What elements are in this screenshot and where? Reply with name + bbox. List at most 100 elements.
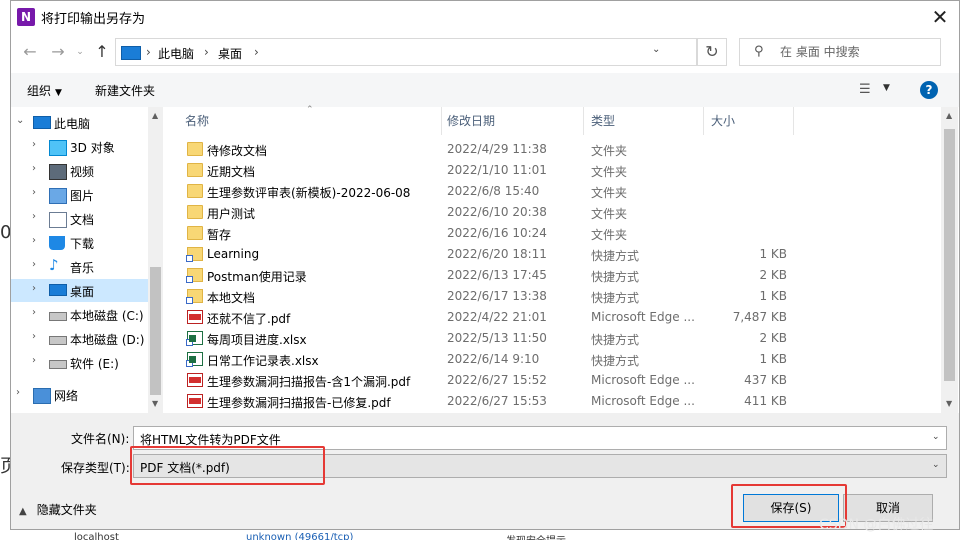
folder-icon [187,205,203,219]
file-row[interactable]: 本地文档 2022/6/17 13:38 快捷方式 1 KB [163,286,933,307]
tree-item[interactable]: ⌄ 此电脑 [11,111,148,134]
scroll-up-icon[interactable]: ▲ [946,111,952,120]
navigation-scrollbar[interactable]: ▲ ▼ [148,107,163,413]
tree-item[interactable]: › 软件 (E:) [11,351,148,374]
file-row[interactable]: 待修改文档 2022/4/29 11:38 文件夹 [163,139,933,160]
column-header-size[interactable]: 大小 [711,112,735,129]
file-name: 还就不信了.pdf [207,312,291,326]
tree-item-label: 下载 [70,237,95,251]
tree-item[interactable]: › 本地磁盘 (C:) [11,303,148,326]
scrollbar-thumb[interactable] [944,129,955,381]
scroll-up-icon[interactable]: ▲ [152,111,158,120]
organize-label: 组织 [27,84,52,98]
tree-item[interactable]: › 网络 [11,383,148,406]
file-date: 2022/6/17 13:38 [447,289,547,303]
close-icon[interactable]: ✕ [923,3,957,31]
column-divider[interactable] [703,107,704,135]
file-row[interactable]: 暂存 2022/6/16 10:24 文件夹 [163,223,933,244]
column-header-name[interactable]: 名称 [185,112,209,129]
file-date: 2022/6/16 10:24 [447,226,547,240]
breadcrumb-item-desktop[interactable]: 桌面 [218,45,242,62]
file-row[interactable]: 生理参数漏洞扫描报告-已修复.pdf 2022/6/27 15:53 Microso… [163,391,933,412]
address-dropdown-icon[interactable]: ⌄ [652,44,660,55]
scrollbar-thumb[interactable] [150,267,161,395]
breadcrumb-chevron-icon[interactable]: › [146,45,151,59]
file-name: 近期文档 [207,165,256,179]
file-type: Microsoft Edge ... [591,394,695,408]
tree-item[interactable]: › 本地磁盘 (D:) [11,327,148,350]
help-icon[interactable]: ? [920,81,938,99]
file-row[interactable]: 日常工作记录表.xlsx 2022/6/14 9:10 快捷方式 1 KB [163,349,933,370]
file-name: Postman使用记录 [207,270,307,284]
tree-item[interactable]: › 下载 [11,231,148,254]
collapse-chevron-icon[interactable]: › [32,235,36,246]
expand-chevron-icon[interactable]: ⌄ [16,115,24,126]
collapse-chevron-icon[interactable]: › [32,283,36,294]
hide-folders-toggle[interactable]: ▲ 隐藏文件夹 [19,501,97,518]
highlight-box-filetype [130,446,325,485]
background-table-row: localhost unknown (49661/tcp) 发现安全提示 [0,530,960,540]
collapse-chevron-icon[interactable]: › [32,163,36,174]
new-folder-button[interactable]: 新建文件夹 [95,82,155,99]
file-name: 用户测试 [207,207,256,221]
breadcrumb-chevron-icon[interactable]: › [204,45,209,59]
file-row[interactable]: Postman使用记录 2022/6/13 17:45 快捷方式 2 KB [163,265,933,286]
hide-folders-label: 隐藏文件夹 [36,503,97,517]
file-name: 本地文档 [207,291,256,305]
tree-item-label: 此电脑 [54,117,91,131]
collapse-chevron-icon[interactable]: › [32,259,36,270]
file-row[interactable]: 生理参数评审表(新模板)-2022-06-08 2022/6/8 15:40 文件夹 [163,181,933,202]
tree-item-label: 音乐 [70,261,95,275]
file-name: Learning [207,247,260,261]
breadcrumb-chevron-icon[interactable]: › [254,45,259,59]
forward-arrow-icon[interactable]: → [47,41,69,63]
file-list-scrollbar[interactable]: ▲ ▼ [941,107,958,413]
search-box[interactable]: ⚲ [739,38,941,66]
scroll-down-icon[interactable]: ▼ [946,399,952,408]
collapse-chevron-icon[interactable]: › [32,211,36,222]
up-arrow-icon[interactable]: ↑ [91,41,113,63]
chevron-down-icon[interactable]: ⌄ [932,460,940,470]
filename-label: 文件名(N): [71,432,130,446]
file-row[interactable]: 生理参数漏洞扫描报告-含1个漏洞.pdf 2022/6/27 15:52 Micro… [163,370,933,391]
scroll-down-icon[interactable]: ▼ [152,399,158,408]
chevron-down-icon[interactable]: ⌄ [932,432,940,442]
file-size: 1 KB [759,289,787,303]
file-row[interactable]: 近期文档 2022/1/10 11:01 文件夹 [163,160,933,181]
collapse-chevron-icon[interactable]: › [32,355,36,366]
column-divider[interactable] [583,107,584,135]
back-arrow-icon[interactable]: ← [19,41,41,63]
search-input[interactable] [780,43,930,61]
address-bar[interactable]: › 此电脑 › 桌面 › ⌄ [115,38,697,66]
refresh-icon[interactable]: ↻ [697,38,727,66]
tree-item[interactable]: › ♪ 音乐 [11,255,148,278]
breadcrumb-item-this-pc[interactable]: 此电脑 [158,45,194,62]
file-row[interactable]: 还就不信了.pdf 2022/4/22 21:01 Microsoft Edge .… [163,307,933,328]
view-options-icon[interactable]: ☰ [859,82,871,97]
organize-button[interactable]: 组织 ▼ [27,82,62,99]
tree-item[interactable]: › 视频 [11,159,148,182]
file-row[interactable]: 用户测试 2022/6/10 20:38 文件夹 [163,202,933,223]
tree-item[interactable]: › 图片 [11,183,148,206]
column-divider[interactable] [441,107,442,135]
column-header-type[interactable]: 类型 [591,112,615,129]
tree-item[interactable]: › 3D 对象 [11,135,148,158]
recent-locations-chevron-icon[interactable]: ⌄ [69,41,91,63]
collapse-chevron-icon[interactable]: › [32,331,36,342]
caret-down-icon[interactable]: ▼ [883,83,890,93]
tree-item[interactable]: › 桌面 [11,279,148,302]
collapse-chevron-icon[interactable]: › [32,307,36,318]
tree-item-label: 文档 [70,213,95,227]
collapse-chevron-icon[interactable]: › [32,187,36,198]
file-row[interactable]: 每周项目进度.xlsx 2022/5/13 11:50 快捷方式 2 KB [163,328,933,349]
tree-item[interactable]: › 文档 [11,207,148,230]
column-header-date[interactable]: 修改日期 [447,112,495,129]
collapse-chevron-icon[interactable]: › [32,139,36,150]
file-row[interactable]: Learning 2022/6/20 18:11 快捷方式 1 KB [163,244,933,265]
collapse-chevron-icon[interactable]: › [16,387,20,398]
tree-item-label: 桌面 [70,285,95,299]
file-name: 生理参数评审表(新模板)-2022-06-08 [207,186,411,200]
column-divider[interactable] [793,107,794,135]
background-cell: localhost [74,532,119,540]
caret-down-icon: ▼ [55,88,62,98]
